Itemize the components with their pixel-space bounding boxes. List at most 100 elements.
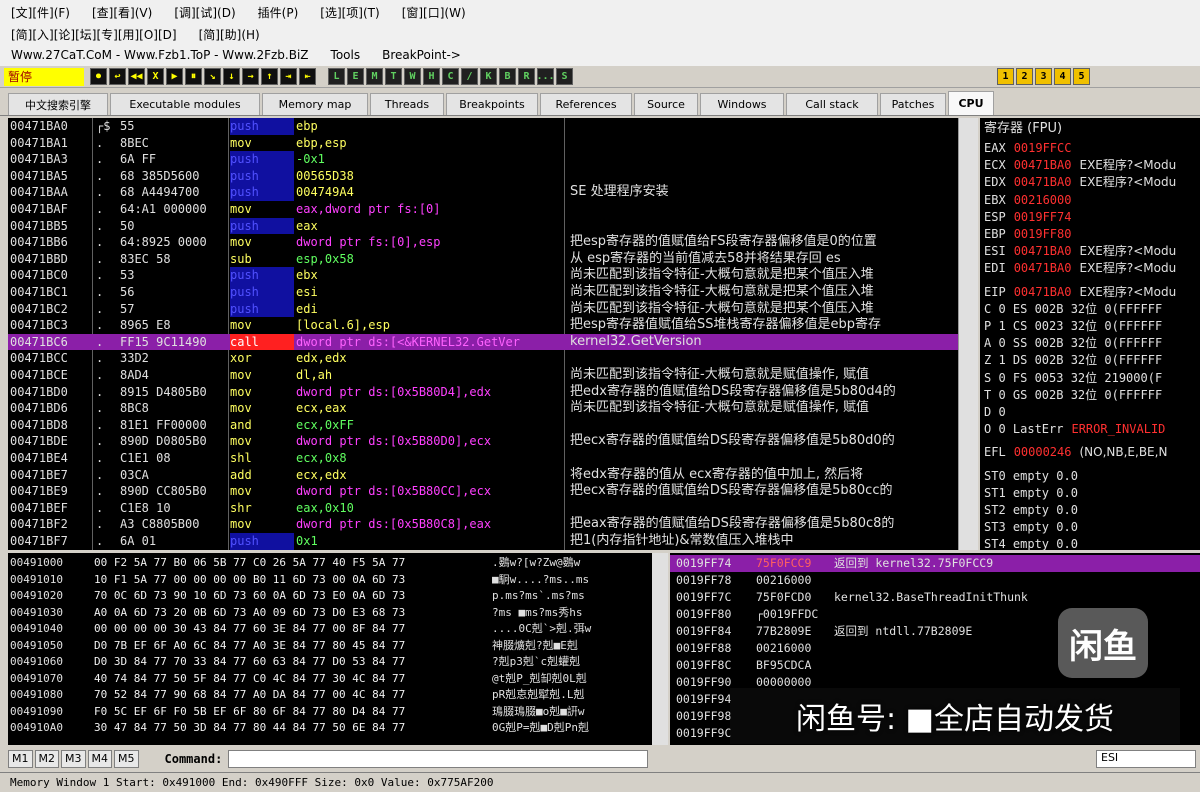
memory-window-button[interactable]: M4 (87, 750, 112, 768)
disasm-row[interactable]: 00471BEF. C1E8 10 shr eax,0x10 (8, 500, 958, 517)
register-value[interactable]: 0019FF80 (1014, 227, 1072, 241)
dump-row[interactable]: 00491010 10 F1 5A 77 00 00 00 00 B0 11 6D… (8, 572, 668, 589)
register-value[interactable]: 0019FFCC (1014, 141, 1072, 155)
window-button[interactable]: E (347, 68, 364, 85)
debug-button[interactable]: ▶ (166, 68, 183, 85)
disasm-row[interactable]: 00471BD0. 8915 D4805B0 mov dword ptr ds:[0x… (8, 384, 958, 401)
menu-item[interactable]: [窗][口](W) (391, 4, 477, 21)
tab[interactable]: References (540, 93, 632, 115)
dump-scrollbar[interactable] (652, 553, 668, 745)
disasm-row[interactable]: 00471BBD. 83EC 58 sub esp,0x58 从 esp寄存器的当前值减… (8, 251, 958, 268)
disasm-row[interactable]: 00471BC3. 8965 E8 mov [local.6],esp 把esp寄存器值… (8, 317, 958, 334)
disasm-row[interactable]: 00471BC1. 56 push esi 尚未匹配到该指令特征-大概句意就是把某个值压… (8, 284, 958, 301)
debug-button[interactable]: ◀◀ (128, 68, 145, 85)
dump-row[interactable]: 00491090 F0 5C EF 6F F0 5B EF 6F 80 6F 84… (8, 704, 668, 721)
menu-item[interactable]: [简][助](H) (188, 26, 271, 43)
stack-row[interactable]: 0019FF74 75F0FCC9 返回到 kernel32.75F0FCC9 (670, 555, 1200, 572)
register-value[interactable]: 00471BA0 (1014, 158, 1072, 172)
register-value[interactable]: ERROR_INVALID (1071, 422, 1165, 436)
memory-window-button[interactable]: M5 (114, 750, 139, 768)
memory-dump-pane[interactable]: 00491000 00 F2 5A 77 B0 06 5B 77 C0 26 5A… (8, 553, 668, 745)
window-button[interactable]: / (461, 68, 478, 85)
dump-row[interactable]: 00491070 40 74 84 77 50 5F 84 77 C0 4C 84… (8, 671, 668, 688)
disasm-row[interactable]: 00471BD8. 81E1 FF00000 and ecx,0xFF (8, 417, 958, 434)
disasm-row[interactable]: 00471BE7. 03CA add ecx,edx 将edx寄存器的值从 ecx寄存器… (8, 467, 958, 484)
command-input[interactable] (228, 750, 649, 768)
disasm-row[interactable]: 00471BC6. FF15 9C11490 call dword ptr ds:[<… (8, 333, 958, 351)
debug-button[interactable]: ⇤ (299, 68, 316, 85)
disassembly-pane[interactable]: 00471BA0 ┌$ 55 push ebp 00471BA1. 8BEC mov ebp,e… (8, 118, 958, 550)
disasm-row[interactable]: 00471BB6. 64:8925 0000 mov dword ptr fs:[0]… (8, 234, 958, 251)
disasm-row[interactable]: 00471BA3. 6A FF push -0x1 (8, 151, 958, 168)
tab[interactable]: Threads (370, 93, 444, 115)
memory-window-button[interactable]: M1 (8, 750, 33, 768)
tab[interactable]: CPU (948, 91, 994, 115)
debug-button[interactable]: ↓ (223, 68, 240, 85)
plugin-button[interactable]: 3 (1035, 68, 1052, 85)
register-value[interactable]: 00000246 (1014, 445, 1072, 459)
menu-item[interactable]: [文][件](F) (0, 4, 81, 21)
disasm-row[interactable]: 00471BD6. 8BC8 mov ecx,eax 尚未匹配到该指令特征-大概句意就是… (8, 400, 958, 417)
disasm-row[interactable]: 00471BE9. 890D CC805B0 mov dword ptr ds:[0x… (8, 483, 958, 500)
debug-button[interactable]: ⇥ (280, 68, 297, 85)
disasm-row[interactable]: 00471BA1. 8BEC mov ebp,esp (8, 135, 958, 152)
window-button[interactable]: C (442, 68, 459, 85)
menu-item[interactable]: [查][看](V) (81, 4, 163, 21)
window-button[interactable]: L (328, 68, 345, 85)
tab[interactable]: Call stack (786, 93, 878, 115)
registers-pane[interactable]: 寄存器 (FPU) EAX 0019FFCC ECX 00471BA0 EXE程序?<M… (980, 118, 1200, 550)
disasm-row[interactable]: 00471BAA. 68 A4494700 push 004749A4 SE 处理程序安… (8, 184, 958, 201)
tab[interactable]: Breakpoints (446, 93, 538, 115)
menu-item[interactable]: BreakPoint-> (371, 48, 472, 62)
window-button[interactable]: ... (536, 68, 555, 85)
dump-row[interactable]: 004910A0 30 47 84 77 50 3D 84 77 80 44 84… (8, 720, 668, 737)
register-value[interactable]: 00471BA0 (1014, 261, 1072, 275)
dump-row[interactable]: 00491000 00 F2 5A 77 B0 06 5B 77 C0 26 5A… (8, 555, 668, 572)
dump-row[interactable]: 00491050 D0 7B EF 6F A0 6C 84 77 A0 3E 84… (8, 638, 668, 655)
debug-button[interactable]: ⏺ (90, 68, 107, 85)
menu-item[interactable]: 插件(P) (247, 4, 310, 21)
menu-item[interactable]: [选][项](T) (309, 4, 390, 21)
memory-window-button[interactable]: M2 (34, 750, 59, 768)
window-button[interactable]: B (499, 68, 516, 85)
plugin-button[interactable]: 5 (1073, 68, 1090, 85)
disasm-row[interactable]: 00471BCC. 33D2 xor edx,edx (8, 350, 958, 367)
dump-row[interactable]: 00491080 70 52 84 77 90 68 84 77 A0 DA 84… (8, 687, 668, 704)
register-value[interactable]: 0019FF74 (1014, 210, 1072, 224)
register-value[interactable]: 00471BA0 (1014, 175, 1072, 189)
disasm-row[interactable]: 00471BC0. 53 push ebx 尚未匹配到该指令特征-大概句意就是把某个值压… (8, 267, 958, 284)
register-value[interactable]: 00471BA0 (1014, 244, 1072, 258)
dump-row[interactable]: 00491030 A0 0A 6D 73 20 0B 6D 73 A0 09 6D… (8, 605, 668, 622)
debug-button[interactable]: ↘ (204, 68, 221, 85)
dump-row[interactable]: 00491040 00 00 00 00 30 43 84 77 60 3E 84… (8, 621, 668, 638)
disassembly-scrollbar[interactable] (958, 118, 978, 550)
tab[interactable]: Memory map (262, 93, 368, 115)
memory-window-button[interactable]: M3 (61, 750, 86, 768)
dump-row[interactable]: 00491060 D0 3D 84 77 70 33 84 77 60 63 84… (8, 654, 668, 671)
debug-button[interactable]: ↩ (109, 68, 126, 85)
window-button[interactable]: R (518, 68, 535, 85)
disasm-row[interactable]: 00471BDE. 890D D0805B0 mov dword ptr ds:[0x… (8, 433, 958, 450)
window-button[interactable]: T (385, 68, 402, 85)
plugin-button[interactable]: 4 (1054, 68, 1071, 85)
disasm-row[interactable]: 00471BA5. 68 385D5600 push 00565D38 (8, 167, 958, 185)
menu-item[interactable]: Tools (320, 48, 372, 62)
disasm-row[interactable]: 00471BAF. 64:A1 000000 mov eax,dword ptr fs… (8, 201, 958, 218)
debug-button[interactable]: X (147, 68, 164, 85)
register-value[interactable]: 00216000 (1014, 193, 1072, 207)
menu-item[interactable]: [简][入][论][坛][专][用][O][D] (0, 26, 188, 43)
window-button[interactable]: W (404, 68, 421, 85)
disasm-row[interactable]: 00471BE4. C1E1 08 shl ecx,0x8 (8, 450, 958, 467)
debug-button[interactable]: ↑ (261, 68, 278, 85)
command-register-select[interactable]: ESI (1096, 750, 1196, 768)
window-button[interactable]: K (480, 68, 497, 85)
tab[interactable]: Windows (700, 93, 784, 115)
stack-row[interactable]: 0019FF78 00216000 (670, 572, 1200, 589)
register-value[interactable]: 00471BA0 (1014, 285, 1072, 299)
disasm-row[interactable]: 00471BF7. 6A 01 push 0x1 把1(内存指针地址)&常数值压入堆栈中 (8, 533, 958, 550)
tab[interactable]: Executable modules (110, 93, 260, 115)
debug-button[interactable]: → (242, 68, 259, 85)
debug-button[interactable]: ⏸ (185, 68, 202, 85)
plugin-button[interactable]: 1 (997, 68, 1014, 85)
disasm-row[interactable]: 00471BC2. 57 push edi 尚未匹配到该指令特征-大概句意就是把某个值压… (8, 300, 958, 318)
